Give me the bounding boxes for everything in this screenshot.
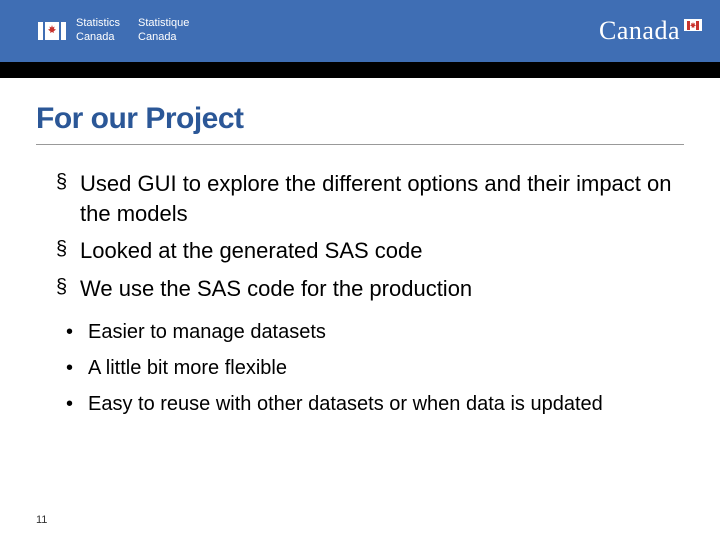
sub-bullet-item: Easier to manage datasets (66, 318, 684, 346)
header-left-group: Statistics Canada Statistique Canada (38, 17, 189, 45)
sub-bullet-item: A little bit more flexible (66, 354, 684, 382)
slide-header: Statistics Canada Statistique Canada Can… (0, 0, 720, 62)
sub-bullet-item: Easy to reuse with other datasets or whe… (66, 390, 684, 418)
org-name-bilingual: Statistics Canada Statistique Canada (76, 17, 189, 45)
bullet-item: We use the SAS code for the production (56, 274, 684, 304)
org-name-fr-line1: Statistique (138, 17, 189, 31)
org-name-fr-line2: Canada (138, 31, 189, 45)
sub-bullet-list: Easier to manage datasets A little bit m… (36, 318, 684, 418)
bullet-item: Used GUI to explore the different option… (56, 169, 684, 228)
wordmark-flag-icon (684, 19, 702, 31)
page-number: 11 (36, 514, 47, 526)
header-divider-strip (0, 62, 720, 78)
slide-title: For our Project (36, 102, 684, 136)
org-name-en-line2: Canada (76, 31, 120, 45)
slide-content: For our Project Used GUI to explore the … (0, 78, 720, 418)
wordmark-text: Canada (599, 16, 680, 46)
title-underline (36, 144, 684, 145)
bullet-item: Looked at the generated SAS code (56, 236, 684, 266)
canada-wordmark: Canada (599, 16, 702, 46)
main-bullet-list: Used GUI to explore the different option… (36, 169, 684, 304)
org-name-en-line1: Statistics (76, 17, 120, 31)
canada-flag-icon (38, 22, 66, 40)
